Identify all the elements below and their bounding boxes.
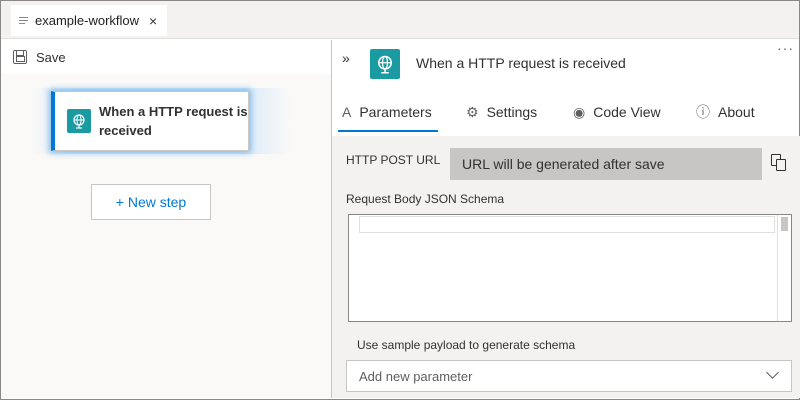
gear-icon: ⚙: [466, 103, 479, 120]
tab-label: Parameters: [359, 104, 432, 120]
document-icon: [19, 16, 29, 26]
globe-icon: [67, 109, 91, 133]
save-label: Save: [36, 49, 66, 65]
tab-parameters[interactable]: A Parameters: [338, 92, 438, 132]
panel-tabs: A Parameters ⚙ Settings ◉ Code View ⓘ Ab…: [332, 92, 800, 132]
http-post-url-field: URL will be generated after save: [450, 148, 762, 180]
save-icon: [13, 50, 27, 64]
close-icon[interactable]: ×: [149, 13, 157, 29]
document-tab-strip: example-workflow ×: [1, 1, 799, 39]
tab-label: About: [718, 104, 755, 120]
add-parameter-dropdown[interactable]: Add new parameter: [346, 360, 792, 392]
panel-header: » When a HTTP request is received ···: [332, 40, 800, 88]
tab-example-workflow[interactable]: example-workflow ×: [11, 5, 167, 36]
current-line-highlight: [359, 216, 775, 233]
globe-icon: [370, 49, 400, 79]
collapse-icon[interactable]: »: [342, 50, 350, 66]
details-panel: » When a HTTP request is received ··· A …: [331, 40, 800, 398]
sample-payload-link[interactable]: Use sample payload to generate schema: [357, 338, 575, 352]
more-icon[interactable]: ···: [777, 40, 794, 56]
info-icon: ⓘ: [696, 104, 710, 120]
save-button[interactable]: Save: [13, 50, 66, 65]
parameters-content: HTTP POST URL URL will be generated afte…: [332, 136, 800, 398]
chevron-down-icon: [766, 366, 779, 379]
tab-code-view[interactable]: ◉ Code View: [573, 92, 661, 132]
trigger-title: When a HTTP request is received: [99, 104, 248, 138]
copy-icon[interactable]: [771, 154, 787, 172]
text-a-icon: A: [342, 104, 352, 120]
tab-about[interactable]: ⓘ About: [696, 92, 755, 132]
schema-editor[interactable]: [348, 214, 792, 322]
tab-label: example-workflow: [35, 13, 140, 28]
trigger-card[interactable]: When a HTTP request is received: [51, 91, 249, 151]
designer-toolbar: Save: [1, 40, 331, 74]
schema-label: Request Body JSON Schema: [346, 192, 505, 206]
designer-canvas: When a HTTP request is received + New st…: [1, 74, 331, 398]
panel-title: When a HTTP request is received: [416, 55, 626, 71]
add-parameter-placeholder: Add new parameter: [359, 368, 473, 384]
editor-scrollbar[interactable]: [777, 215, 791, 321]
tab-settings[interactable]: ⚙ Settings: [466, 92, 537, 132]
new-step-button[interactable]: + New step: [91, 184, 211, 220]
tab-label: Code View: [593, 104, 661, 120]
designer-panel: Save When a HTTP request is received + N…: [1, 40, 331, 398]
tab-label: Settings: [486, 104, 538, 120]
http-post-url-label: HTTP POST URL: [346, 153, 441, 167]
eye-icon: ◉: [573, 103, 586, 120]
